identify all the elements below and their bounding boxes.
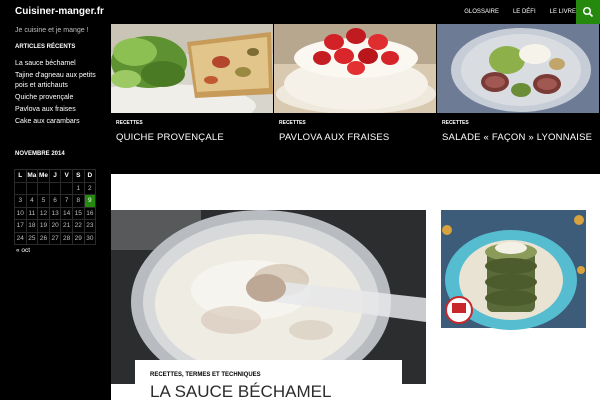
site-title[interactable]: Cuisiner-manger.fr xyxy=(15,6,104,17)
site-header: Cuisiner-manger.fr GLOSSAIRE LE DÉFI LE … xyxy=(0,0,600,24)
calendar-day xyxy=(37,181,50,195)
calendar-day: 1 xyxy=(71,181,85,195)
calendar-day: 3 xyxy=(14,194,27,208)
calendar-day: 7 xyxy=(60,194,73,208)
recent-post-link[interactable]: Tajine d'agneau aux petits pois et artic… xyxy=(15,71,103,90)
featured-post-thumbnail[interactable] xyxy=(111,24,273,113)
featured-post-title[interactable]: QUICHE PROVENÇALE xyxy=(116,132,224,143)
calendar-day xyxy=(60,181,73,195)
featured-post-title[interactable]: PAVLOVA AUX FRAISES xyxy=(279,132,389,143)
featured-post-pavlova[interactable]: RECETTES PAVLOVA AUX FRAISES xyxy=(274,24,436,174)
recent-posts-title: ARTICLES RÉCENTS xyxy=(15,44,76,50)
recent-post-link[interactable]: Cake aux carambars xyxy=(15,117,103,127)
recent-post-link[interactable]: Pavlova aux fraises xyxy=(15,105,103,115)
site-tagline: Je cuisine et je mange ! xyxy=(15,27,89,34)
recent-posts-list: La sauce béchamel Tajine d'agneau aux pe… xyxy=(15,59,103,129)
nav-item-glossaire[interactable]: GLOSSAIRE xyxy=(464,9,499,15)
calendar-day: 20 xyxy=(48,219,62,233)
calendar-day: 30 xyxy=(83,231,97,245)
search-button[interactable] xyxy=(576,0,600,24)
calendar-day-active[interactable]: 9 xyxy=(83,194,97,208)
calendar-weekday: L xyxy=(14,169,27,183)
featured-post-quiche[interactable]: RECETTES QUICHE PROVENÇALE xyxy=(111,24,273,174)
calendar-day: 8 xyxy=(71,194,85,208)
calendar-day: 2 xyxy=(83,181,97,195)
featured-post-thumbnail[interactable] xyxy=(437,24,599,113)
calendar-day: 23 xyxy=(83,219,97,233)
calendar-weekday: D xyxy=(83,169,97,183)
calendar-weekday: J xyxy=(48,169,62,183)
calendar-day: 24 xyxy=(14,231,27,245)
calendar-week-row: 17 18 19 20 21 22 23 xyxy=(14,219,97,233)
calendar-day: 13 xyxy=(48,206,62,220)
calendar-day: 18 xyxy=(25,219,39,233)
featured-post-category[interactable]: RECETTES xyxy=(279,120,306,126)
calendar-day: 21 xyxy=(60,219,73,233)
calendar-header-row: L Ma Me J V S D xyxy=(14,169,97,183)
calendar-day: 19 xyxy=(37,219,50,233)
calendar-prev-month-link[interactable]: « oct xyxy=(16,247,30,254)
calendar-week-row: 10 11 12 13 14 15 16 xyxy=(14,206,97,220)
calendar-weekday: S xyxy=(71,169,85,183)
calendar-day: 27 xyxy=(48,231,62,245)
calendar-day: 28 xyxy=(60,231,73,245)
recent-post-link[interactable]: La sauce béchamel xyxy=(15,59,103,69)
sidebar-ad-image[interactable] xyxy=(441,210,586,330)
calendar-day xyxy=(25,181,39,195)
calendar-weekday: Me xyxy=(37,169,50,183)
calendar-day xyxy=(48,181,62,195)
main-content: RECETTES, TERMES ET TECHNIQUES LA SAUCE … xyxy=(111,174,600,400)
calendar-day: 22 xyxy=(71,219,85,233)
calendar-day: 15 xyxy=(71,206,85,220)
calendar-day: 29 xyxy=(71,231,85,245)
post-featured-image[interactable] xyxy=(111,210,426,384)
calendar-week-row: 3 4 5 6 7 8 9 xyxy=(14,194,97,208)
calendar-day: 14 xyxy=(60,206,73,220)
featured-post-salade[interactable]: RECETTES SALADE « FAÇON » LYONNAISE xyxy=(437,24,599,174)
nav-item-le-livre[interactable]: LE LIVRE xyxy=(550,9,576,15)
featured-post-thumbnail[interactable] xyxy=(274,24,436,113)
calendar-day: 17 xyxy=(14,219,27,233)
post-header: RECETTES, TERMES ET TECHNIQUES LA SAUCE … xyxy=(135,360,402,400)
calendar-weekday: V xyxy=(60,169,73,183)
featured-post-category[interactable]: RECETTES xyxy=(116,120,143,126)
calendar-day: 11 xyxy=(25,206,39,220)
page: Cuisiner-manger.fr GLOSSAIRE LE DÉFI LE … xyxy=(0,0,600,400)
calendar-day: 5 xyxy=(37,194,50,208)
sidebar: Je cuisine et je mange ! ARTICLES RÉCENT… xyxy=(0,24,111,400)
main-nav: GLOSSAIRE LE DÉFI LE LIVRE xyxy=(450,0,576,24)
post-categories[interactable]: RECETTES, TERMES ET TECHNIQUES xyxy=(150,372,261,378)
featured-post-title[interactable]: SALADE « FAÇON » LYONNAISE xyxy=(442,132,592,143)
calendar-day: 25 xyxy=(25,231,39,245)
search-icon xyxy=(582,6,594,18)
calendar-day xyxy=(14,181,27,195)
calendar-day: 6 xyxy=(48,194,62,208)
calendar-weekday: Ma xyxy=(25,169,39,183)
calendar: L Ma Me J V S D 1 2 3 4 5 6 7 8 9 10 11 … xyxy=(14,169,97,245)
calendar-day: 26 xyxy=(37,231,50,245)
calendar-day: 16 xyxy=(83,206,97,220)
nav-item-le-defi[interactable]: LE DÉFI xyxy=(513,9,536,15)
recent-post-link[interactable]: Quiche provençale xyxy=(15,93,103,103)
calendar-day: 4 xyxy=(25,194,39,208)
calendar-day: 12 xyxy=(37,206,50,220)
featured-posts: RECETTES QUICHE PROVENÇALE RECETTES PAVL… xyxy=(111,24,600,174)
calendar-title: NOVEMBRE 2014 xyxy=(15,151,65,157)
calendar-week-row: 1 2 xyxy=(14,181,97,195)
calendar-week-row: 24 25 26 27 28 29 30 xyxy=(14,231,97,245)
calendar-day: 10 xyxy=(14,206,27,220)
post-title[interactable]: LA SAUCE BÉCHAMEL xyxy=(150,382,331,400)
featured-post-category[interactable]: RECETTES xyxy=(442,120,469,126)
